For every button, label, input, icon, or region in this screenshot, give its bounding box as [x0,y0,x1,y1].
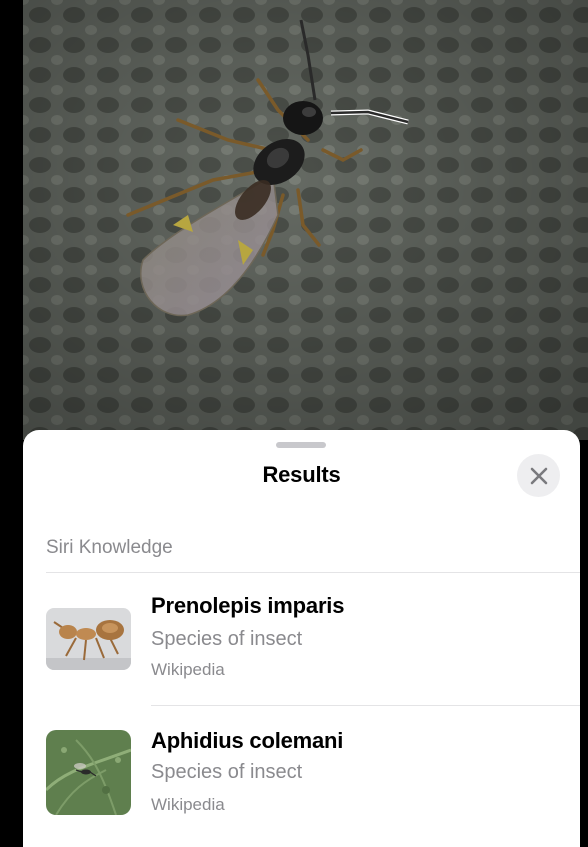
close-button[interactable] [517,454,560,497]
sheet-title: Results [262,462,341,487]
result-divider [151,705,580,706]
sheet-grabber[interactable] [276,442,326,448]
results-sheet: Results Siri Knowledge Prenolepis impari… [23,430,580,847]
result-item-prenolepis[interactable]: Prenolepis imparis Species of insect Wik… [46,580,580,700]
result-subtitle: Species of insect [151,761,303,783]
result-source: Wikipedia [151,660,225,679]
result-subtitle: Species of insect [151,628,303,650]
result-item-aphidius[interactable]: Aphidius colemani Species of insect Wiki… [46,715,580,835]
section-divider [46,572,580,573]
screen: Results Siri Knowledge Prenolepis impari… [0,0,588,847]
result-title: Aphidius colemani [151,728,344,753]
close-icon [530,467,547,484]
wasp-on-leaf-thumbnail-icon [46,730,131,815]
ant-thumbnail-icon [46,608,131,670]
result-title: Prenolepis imparis [151,593,345,618]
subject-photo [23,0,588,440]
section-header: Siri Knowledge [46,537,173,558]
result-source: Wikipedia [151,795,225,814]
